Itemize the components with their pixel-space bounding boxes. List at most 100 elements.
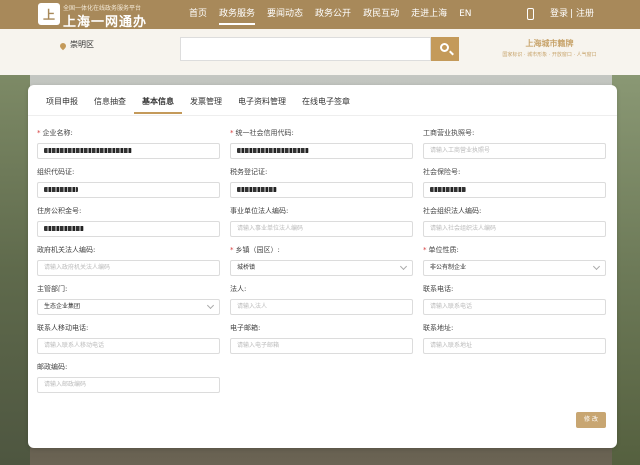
city-brand-title: 上海城市籍牌 (525, 39, 574, 48)
obscured-value (44, 226, 84, 231)
unit-nature-field: * 单位性质: 非公有制企业 (423, 245, 606, 276)
gov-agency-code-input[interactable]: 请输入政府机关法人编码 (37, 260, 220, 276)
tab-e-documents[interactable]: 电子资料管理 (230, 90, 294, 114)
gov-agency-code-field: 政府机关法人编码: 请输入政府机关法人编码 (37, 245, 220, 276)
mobile-phone-icon[interactable] (527, 8, 534, 20)
business-license-label: 工商营业执照号: (423, 129, 475, 137)
email-input[interactable]: 请输入电子邮箱 (230, 338, 413, 354)
city-brand-subtitle: 国家标识 · 城市形象 · 开放窗口 · 人气窗口 (502, 52, 597, 58)
tax-reg-input[interactable] (230, 182, 413, 198)
required-marker: * (230, 246, 234, 254)
authority-label: 主管部门: (37, 285, 68, 293)
social-org-code-input[interactable]: 请输入社会组织法人编码 (423, 221, 606, 237)
nav-gov-public[interactable]: 政务公开 (309, 0, 357, 29)
logo-glyph: 上 (42, 7, 55, 22)
search-button[interactable] (431, 37, 459, 61)
housing-fund-label: 住房公积金号: (37, 207, 82, 215)
org-code-label: 组织代码证: (37, 168, 75, 176)
public-inst-code-input[interactable]: 请输入事业单位法人编码 (230, 221, 413, 237)
tab-invoice-management[interactable]: 发票管理 (182, 90, 230, 114)
modify-button[interactable]: 修 改 (576, 412, 606, 428)
nav-shanghai[interactable]: 走进上海 (405, 0, 453, 29)
required-marker: * (230, 129, 234, 137)
company-name-label-text: 企业名称: (42, 129, 73, 137)
gov-agency-code-label: 政府机关法人编码: (37, 246, 96, 254)
business-license-input[interactable]: 请输入工商营业执照号 (423, 143, 606, 159)
contact-mobile-field: 联系人移动电话: 请输入联系人移动电话 (37, 323, 220, 354)
contact-mobile-input[interactable]: 请输入联系人移动电话 (37, 338, 220, 354)
nav-news[interactable]: 要闻动态 (261, 0, 309, 29)
legal-person-input[interactable]: 请输入法人 (230, 299, 413, 315)
address-field: 联系地址: 请输入联系地址 (423, 323, 606, 354)
tab-bar: 项目申报 信息抽查 基本信息 发票管理 电子资料管理 在线电子签章 (38, 90, 358, 114)
contact-phone-field: 联系电话: 请输入联系电话 (423, 284, 606, 315)
social-insurance-label: 社会保险号: (423, 168, 461, 176)
social-org-code-field: 社会组织法人编码: 请输入社会组织法人编码 (423, 206, 606, 237)
main-nav: 首页 政务服务 要闻动态 政务公开 政民互动 走进上海 EN (183, 0, 478, 29)
search-icon (440, 43, 449, 52)
contact-mobile-label: 联系人移动电话: (37, 324, 89, 332)
chevron-down-icon (399, 262, 408, 271)
tab-basic-info[interactable]: 基本信息 (134, 90, 182, 114)
company-name-label: * 企业名称: (37, 128, 220, 139)
site-logo[interactable]: 上 (38, 3, 60, 25)
tab-info-spotcheck[interactable]: 信息抽查 (86, 90, 134, 114)
location-selector[interactable]: 崇明区 (70, 39, 94, 50)
logo-title[interactable]: 上海一网通办 (63, 11, 147, 30)
contact-phone-label: 联系电话: (423, 285, 454, 293)
postcode-input[interactable]: 请输入邮政编码 (37, 377, 220, 393)
authority-field: 主管部门: 生态企业集团 (37, 284, 220, 315)
legal-person-label: 法人: (230, 285, 247, 293)
org-code-field: 组织代码证: (37, 167, 220, 198)
email-label: 电子邮箱: (230, 324, 261, 332)
obscured-value (237, 148, 309, 153)
credit-code-input[interactable] (230, 143, 413, 159)
credit-code-label-text: 统一社会信用代码: (235, 129, 294, 137)
nav-home[interactable]: 首页 (183, 0, 213, 29)
tax-reg-label: 税务登记证: (230, 168, 268, 176)
township-field: * 乡镇（园区）: 城桥镇 (230, 245, 413, 276)
township-label: * 乡镇（园区）: (230, 245, 413, 256)
company-name-input[interactable] (37, 143, 220, 159)
tab-project-declaration[interactable]: 项目申报 (38, 90, 86, 114)
contact-phone-input[interactable]: 请输入联系电话 (423, 299, 606, 315)
credit-code-field: * 统一社会信用代码: (230, 128, 413, 159)
township-label-text: 乡镇（园区）: (235, 246, 280, 254)
housing-fund-input[interactable] (37, 221, 220, 237)
company-name-field: * 企业名称: (37, 128, 220, 159)
public-inst-code-label: 事业单位法人编码: (230, 207, 289, 215)
chevron-down-icon (206, 301, 215, 310)
background-foliage-left (0, 75, 30, 465)
search-input[interactable] (180, 37, 431, 61)
nav-interaction[interactable]: 政民互动 (357, 0, 405, 29)
nav-gov-services[interactable]: 政务服务 (213, 0, 261, 29)
authority-value: 生态企业集团 (44, 303, 81, 310)
register-link[interactable]: 注册 (576, 0, 594, 29)
legal-person-field: 法人: 请输入法人 (230, 284, 413, 315)
unit-nature-label: * 单位性质: (423, 245, 606, 256)
obscured-value (237, 187, 277, 192)
business-license-field: 工商营业执照号: 请输入工商营业执照号 (423, 128, 606, 159)
postcode-label: 邮政编码: (37, 363, 68, 371)
address-input[interactable]: 请输入联系地址 (423, 338, 606, 354)
housing-fund-field: 住房公积金号: (37, 206, 220, 237)
unit-nature-value: 非公有制企业 (430, 264, 467, 271)
obscured-value (430, 187, 466, 192)
obscured-value (44, 187, 78, 192)
tab-e-signature[interactable]: 在线电子签章 (294, 90, 358, 114)
social-insurance-input[interactable] (423, 182, 606, 198)
township-select[interactable]: 城桥镇 (230, 260, 413, 276)
email-field: 电子邮箱: 请输入电子邮箱 (230, 323, 413, 354)
login-link[interactable]: 登录 (550, 0, 568, 29)
address-label: 联系地址: (423, 324, 454, 332)
unit-nature-select[interactable]: 非公有制企业 (423, 260, 606, 276)
authority-select[interactable]: 生态企业集团 (37, 299, 220, 315)
org-code-input[interactable] (37, 182, 220, 198)
social-insurance-field: 社会保险号: (423, 167, 606, 198)
postcode-field: 邮政编码: 请输入邮政编码 (37, 362, 220, 393)
company-info-card: 项目申报 信息抽查 基本信息 发票管理 电子资料管理 在线电子签章 * 企业名称:… (28, 85, 617, 448)
credit-code-label: * 统一社会信用代码: (230, 128, 413, 139)
unit-nature-label-text: 单位性质: (428, 246, 459, 254)
chevron-down-icon (592, 262, 601, 271)
nav-english[interactable]: EN (453, 0, 477, 29)
